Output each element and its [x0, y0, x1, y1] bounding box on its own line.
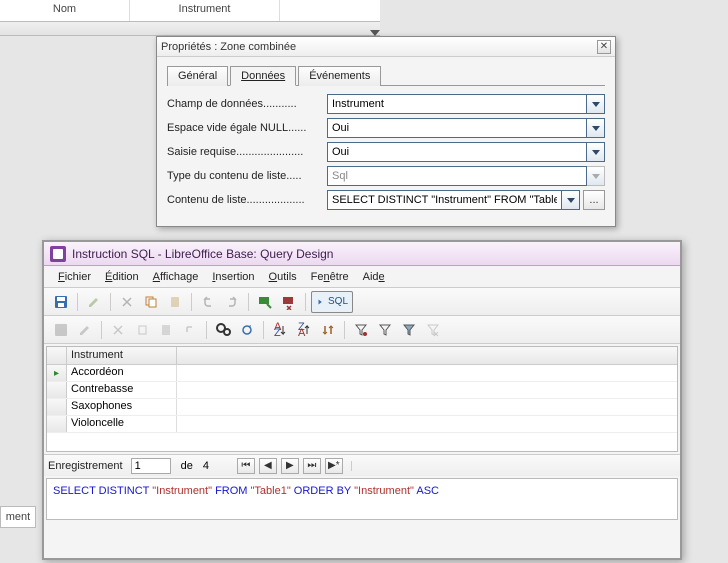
list-type-dropdown — [587, 166, 605, 186]
list-content-more-button[interactable]: ... — [583, 190, 605, 210]
side-tab-fragment[interactable]: ment — [0, 506, 36, 528]
col-header-name[interactable]: Nom — [0, 0, 130, 21]
clear-query-icon[interactable] — [278, 291, 300, 313]
list-type-input — [327, 166, 587, 186]
redo-icon — [221, 291, 243, 313]
edit-record-icon — [74, 319, 96, 341]
empty-null-input[interactable] — [327, 118, 587, 138]
properties-window: Propriétés : Zone combinée ✕ Général Don… — [156, 36, 616, 227]
table-row[interactable]: Saxophones — [47, 399, 677, 416]
label-data-field: Champ de données........... — [167, 98, 327, 110]
paste-icon — [164, 291, 186, 313]
cut-icon — [116, 291, 138, 313]
save-record-icon — [50, 319, 72, 341]
tab-general[interactable]: Général — [167, 66, 228, 86]
save-icon[interactable] — [50, 291, 72, 313]
properties-title: Propriétés : Zone combinée — [161, 41, 296, 53]
query-titlebar[interactable]: Instruction SQL - LibreOffice Base: Quer… — [44, 242, 680, 266]
sql-editor[interactable]: SELECT DISTINCT "Instrument" FROM "Table… — [46, 478, 678, 520]
svg-text:A: A — [298, 327, 306, 338]
sort-asc-icon[interactable]: AZ — [269, 319, 291, 341]
record-label: Enregistrement — [48, 460, 123, 472]
label-empty-null: Espace vide égale NULL...... — [167, 122, 327, 134]
record-total: 4 — [203, 460, 233, 472]
nav-new-icon[interactable]: ▶* — [325, 458, 343, 474]
required-dropdown[interactable] — [587, 142, 605, 162]
nav-last-icon[interactable]: ⏭ — [303, 458, 321, 474]
menu-file[interactable]: Fichier — [52, 269, 97, 285]
result-table[interactable]: Instrument AccordéonContrebasseSaxophone… — [46, 346, 678, 452]
tab-data[interactable]: Données — [230, 66, 296, 86]
tab-events[interactable]: Événements — [298, 66, 381, 86]
required-input[interactable] — [327, 142, 587, 162]
sort-desc-icon[interactable]: ZA — [293, 319, 315, 341]
label-required: Saisie requise...................... — [167, 146, 327, 158]
cut2-icon — [107, 319, 129, 341]
menubar: Fichier Édition Affichage Insertion Outi… — [44, 266, 680, 288]
autofilter-icon[interactable] — [350, 319, 372, 341]
row-header[interactable] — [47, 399, 67, 415]
row-header-corner[interactable] — [47, 347, 67, 364]
copy-icon[interactable] — [140, 291, 162, 313]
close-icon[interactable]: ✕ — [597, 40, 611, 54]
label-list-content: Contenu de liste................... — [167, 194, 327, 206]
row-header[interactable] — [47, 365, 67, 381]
table-row[interactable]: Violoncelle — [47, 416, 677, 433]
record-pos-input[interactable] — [131, 458, 171, 474]
run-query-icon[interactable] — [254, 291, 276, 313]
data-field-input[interactable] — [327, 94, 587, 114]
apply-filter-icon[interactable] — [398, 319, 420, 341]
standard-filter-icon[interactable] — [374, 319, 396, 341]
cell-instrument[interactable]: Saxophones — [67, 399, 177, 415]
undo-icon — [197, 291, 219, 313]
nav-next-icon[interactable]: ▶ — [281, 458, 299, 474]
record-nav: Enregistrement de 4 ⏮ ◀ ▶ ⏭ ▶* — [44, 454, 680, 476]
paste2-icon — [155, 319, 177, 341]
query-design-window: Instruction SQL - LibreOffice Base: Quer… — [42, 240, 682, 560]
properties-titlebar[interactable]: Propriétés : Zone combinée ✕ — [157, 37, 615, 57]
col-header-instrument[interactable]: Instrument — [130, 0, 280, 21]
column-strip — [0, 22, 380, 36]
table-row[interactable]: Contrebasse — [47, 382, 677, 399]
empty-null-dropdown[interactable] — [587, 118, 605, 138]
list-content-dropdown[interactable] — [562, 190, 580, 210]
svg-text:Z: Z — [274, 327, 281, 338]
sort-icon[interactable] — [317, 319, 339, 341]
remove-filter-icon — [422, 319, 444, 341]
menu-insert[interactable]: Insertion — [206, 269, 260, 285]
list-content-input[interactable] — [327, 190, 562, 210]
cell-instrument[interactable]: Violoncelle — [67, 416, 177, 432]
menu-view[interactable]: Affichage — [147, 269, 205, 285]
find-icon[interactable] — [212, 319, 234, 341]
menu-window[interactable]: Fenêtre — [305, 269, 355, 285]
nav-first-icon[interactable]: ⏮ — [237, 458, 255, 474]
menu-edit[interactable]: Édition — [99, 269, 145, 285]
cell-instrument[interactable]: Accordéon — [67, 365, 177, 381]
record-of-label: de — [181, 460, 193, 472]
sql-view-button[interactable]: SQL — [311, 291, 353, 313]
query-title: Instruction SQL - LibreOffice Base: Quer… — [72, 247, 333, 261]
cell-instrument[interactable]: Contrebasse — [67, 382, 177, 398]
result-header-row: Instrument — [47, 347, 677, 365]
app-icon — [50, 246, 66, 262]
nav-prev-icon[interactable]: ◀ — [259, 458, 277, 474]
copy2-icon — [131, 319, 153, 341]
toolbar-2: AZ ZA — [44, 316, 680, 344]
toolbar-1: SQL — [44, 288, 680, 316]
undo2-icon — [179, 319, 201, 341]
result-col-instrument[interactable]: Instrument — [67, 347, 177, 364]
properties-tabs: Général Données Événements — [167, 65, 605, 86]
edit-icon — [83, 291, 105, 313]
column-header-bar: Nom Instrument — [0, 0, 380, 22]
label-list-type: Type du contenu de liste..... — [167, 170, 327, 182]
refresh-icon[interactable] — [236, 319, 258, 341]
nav-divider — [351, 461, 676, 471]
row-header[interactable] — [47, 382, 67, 398]
table-row[interactable]: Accordéon — [47, 365, 677, 382]
data-field-dropdown[interactable] — [587, 94, 605, 114]
row-header[interactable] — [47, 416, 67, 432]
menu-tools[interactable]: Outils — [263, 269, 303, 285]
menu-help[interactable]: Aide — [357, 269, 391, 285]
